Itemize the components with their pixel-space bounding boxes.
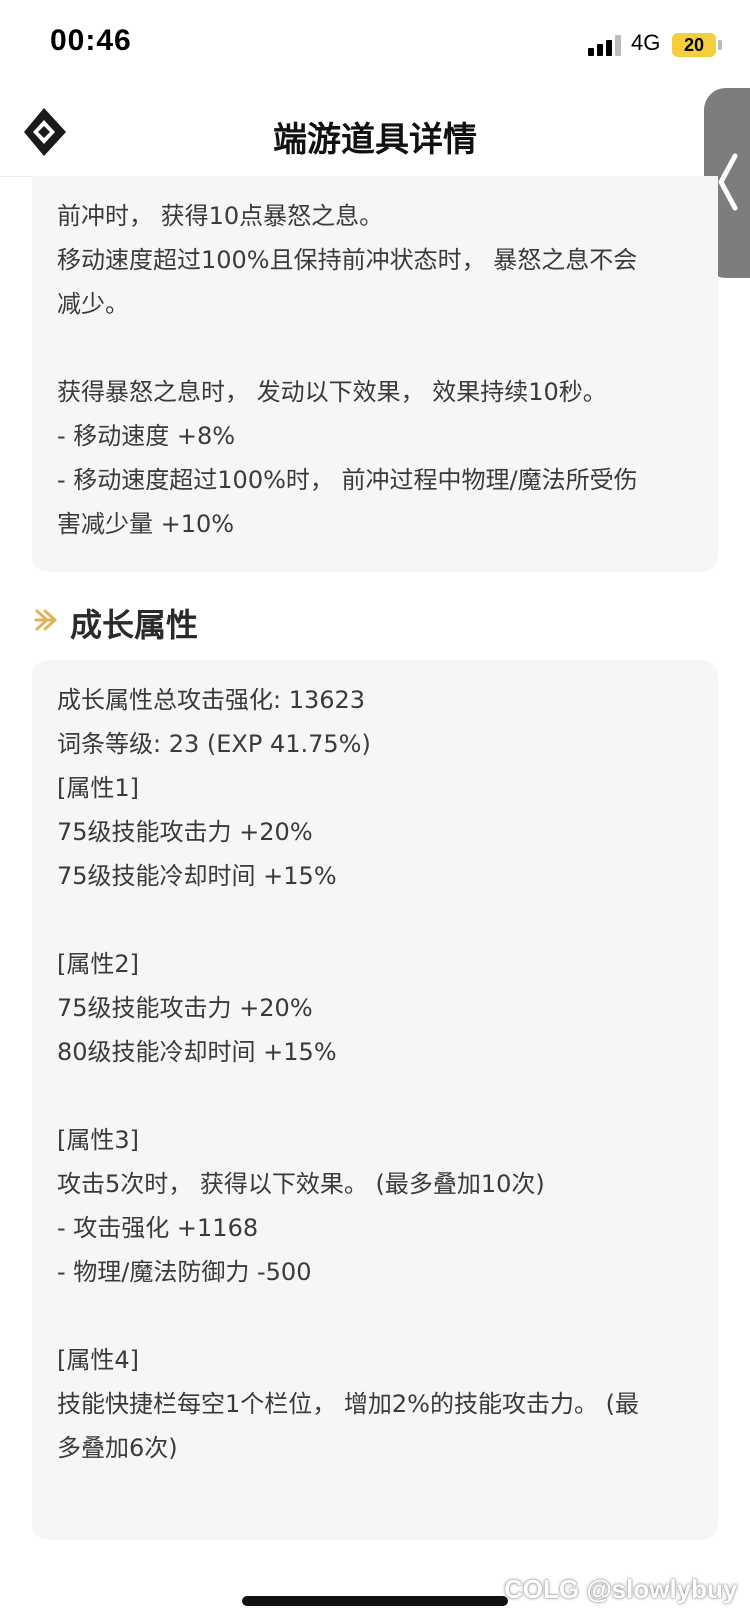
network-type: 4G xyxy=(631,30,661,55)
page-title: 端游道具详情 xyxy=(273,120,477,160)
effect-line: 获得暴怒之息时， 发动以下效果， 效果持续10秒。 xyxy=(57,378,607,406)
effect-line: 移动速度超过100%且保持前冲状态时， 暴怒之息不会 xyxy=(57,246,638,274)
growth-line: 攻击5次时， 获得以下效果。 (最多叠加10次) xyxy=(57,1170,545,1198)
effect-line: 减少。 xyxy=(57,290,129,318)
growth-line: [属性2] xyxy=(57,950,139,978)
effect-line: 前冲时， 获得10点暴怒之息。 xyxy=(57,202,384,230)
battery-level: 20 xyxy=(683,35,705,55)
growth-line: 多叠加6次) xyxy=(57,1434,178,1462)
growth-line: - 物理/魔法防御力 -500 xyxy=(57,1258,312,1286)
home-indicator[interactable] xyxy=(242,1596,508,1606)
page-header: 端游道具详情 xyxy=(0,90,750,177)
growth-line: [属性1] xyxy=(57,774,139,802)
effect-line: 害减少量 +10% xyxy=(57,510,235,538)
battery-cap xyxy=(718,40,722,50)
status-time: 00:46 xyxy=(50,24,132,57)
battery-icon: 20 xyxy=(672,33,716,57)
effect-line: - 移动速度 +8% xyxy=(57,422,236,450)
growth-line: 75级技能攻击力 +20% xyxy=(57,994,313,1022)
effect-description-card: 前冲时， 获得10点暴怒之息。 移动速度超过100%且保持前冲状态时， 暴怒之息… xyxy=(32,176,718,572)
growth-line: 词条等级: 23 (EXP 41.75%) xyxy=(57,730,371,758)
growth-attributes-card: 成长属性总攻击强化: 13623 词条等级: 23 (EXP 41.75%) [… xyxy=(32,660,718,1540)
growth-line: 75级技能冷却时间 +15% xyxy=(57,862,337,890)
growth-line: [属性3] xyxy=(57,1126,139,1154)
growth-line: 75级技能攻击力 +20% xyxy=(57,818,313,846)
growth-line: [属性4] xyxy=(57,1346,139,1374)
cellular-signal-icon xyxy=(588,34,624,56)
growth-line: 80级技能冷却时间 +15% xyxy=(57,1038,337,1066)
double-arrow-icon xyxy=(34,609,57,631)
chevron-left-icon xyxy=(718,153,738,211)
section-title: 成长属性 xyxy=(70,606,199,644)
watermark: COLG @slowlybuy xyxy=(504,1574,738,1604)
growth-line: 技能快捷栏每空1个栏位， 增加2%的技能攻击力。 (最 xyxy=(57,1390,639,1418)
effect-line: - 移动速度超过100%时， 前冲过程中物理/魔法所受伤 xyxy=(57,466,638,494)
growth-line: - 攻击强化 +1168 xyxy=(57,1214,259,1242)
status-bar: 00:46 4G 20 xyxy=(0,0,750,90)
growth-line: 成长属性总攻击强化: 13623 xyxy=(57,686,366,714)
